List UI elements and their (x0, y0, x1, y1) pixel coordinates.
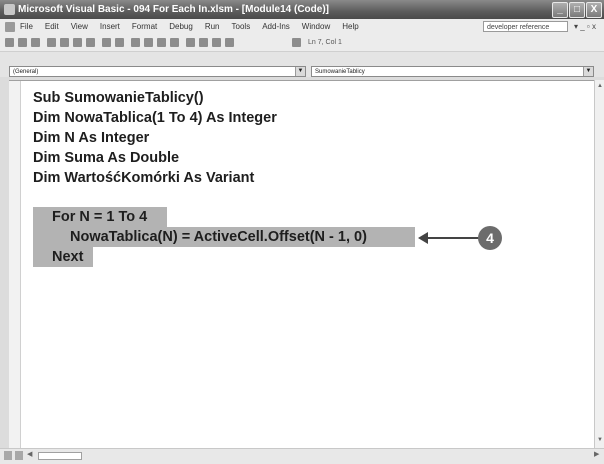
menu-bar: File Edit View Insert Format Debug Run T… (0, 19, 604, 35)
properties-icon[interactable] (199, 38, 208, 47)
menu-edit[interactable]: Edit (45, 19, 59, 35)
horizontal-scrollbar[interactable]: ◀ ▶ (0, 448, 604, 464)
module-icon[interactable] (5, 22, 15, 32)
redo-icon[interactable] (115, 38, 124, 47)
chevron-down-icon[interactable]: ▼ (583, 67, 593, 76)
code-line[interactable]: For N = 1 To 4 (52, 207, 147, 227)
object-dropdown[interactable]: (General) ▼ (9, 66, 306, 77)
cursor-position: Ln 7, Col 1 (308, 39, 342, 46)
title-bar: Microsoft Visual Basic - 094 For Each In… (0, 0, 604, 19)
scroll-up-icon[interactable]: ▲ (596, 82, 604, 90)
menu-view[interactable]: View (71, 19, 88, 35)
procedure-dropdown-value: SumowanieTablicy (315, 69, 365, 75)
window-controls: _ □ X (552, 2, 602, 18)
undo-icon[interactable] (102, 38, 111, 47)
object-browser-icon[interactable] (212, 38, 221, 47)
menu-run[interactable]: Run (205, 19, 220, 35)
copy-icon[interactable] (60, 38, 69, 47)
menu-window[interactable]: Window (302, 19, 330, 35)
toolbox-icon[interactable] (225, 38, 234, 47)
vba-app-icon (4, 4, 15, 15)
maximize-button[interactable]: □ (569, 2, 585, 18)
menu-file[interactable]: File (20, 19, 33, 35)
standard-toolbar: Ln 7, Col 1 (0, 35, 604, 52)
menu-tools[interactable]: Tools (232, 19, 251, 35)
code-line[interactable]: Dim N As Integer (33, 128, 149, 148)
code-line[interactable]: NowaTablica(N) = ActiveCell.Offset(N - 1… (70, 227, 367, 247)
margin-indicator-bar[interactable] (9, 81, 21, 449)
paste-icon[interactable] (73, 38, 82, 47)
code-line[interactable]: Dim NowaTablica(1 To 4) As Integer (33, 108, 277, 128)
scroll-right-icon[interactable]: ▶ (594, 450, 599, 458)
scroll-down-icon[interactable]: ▼ (596, 436, 604, 444)
menu-format[interactable]: Format (132, 19, 157, 35)
window-title: Microsoft Visual Basic - 094 For Each In… (18, 4, 329, 15)
horizontal-scroll-thumb[interactable] (38, 452, 82, 460)
chevron-down-icon[interactable]: ▼ (295, 67, 305, 76)
code-line[interactable]: Sub SumowanieTablicy() (33, 88, 204, 108)
menu-insert[interactable]: Insert (100, 19, 120, 35)
full-module-view-icon[interactable] (15, 451, 23, 460)
view-excel-icon[interactable] (5, 38, 14, 47)
project-explorer-icon[interactable] (186, 38, 195, 47)
close-button[interactable]: X (586, 2, 602, 18)
cut-icon[interactable] (47, 38, 56, 47)
menu-debug[interactable]: Debug (169, 19, 193, 35)
code-line[interactable]: Next (52, 247, 83, 267)
code-line[interactable]: Dim Suma As Double (33, 148, 179, 168)
break-icon[interactable] (144, 38, 153, 47)
minimize-button[interactable]: _ (552, 2, 568, 18)
reset-icon[interactable] (157, 38, 166, 47)
code-line[interactable]: Dim WartośćKomórki As Variant (33, 168, 254, 188)
callout-arrow-line (425, 237, 483, 239)
help-icon[interactable] (292, 38, 301, 47)
vertical-scrollbar[interactable]: ▲ ▼ (594, 80, 604, 448)
object-dropdown-value: (General) (13, 69, 39, 75)
run-icon[interactable] (131, 38, 140, 47)
design-mode-icon[interactable] (170, 38, 179, 47)
insert-module-icon[interactable] (18, 38, 27, 47)
procedure-dropdown[interactable]: SumowanieTablicy ▼ (311, 66, 594, 77)
find-icon[interactable] (86, 38, 95, 47)
scroll-left-icon[interactable]: ◀ (27, 450, 32, 458)
procedure-view-icon[interactable] (4, 451, 12, 460)
document-window-controls[interactable]: ▾ _ ▫ x (574, 19, 596, 35)
menu-addins[interactable]: Add-Ins (262, 19, 290, 35)
callout-step-number: 4 (478, 226, 502, 250)
code-header: (General) ▼ SumowanieTablicy ▼ (0, 52, 604, 77)
save-icon[interactable] (31, 38, 40, 47)
callout-arrow-head (418, 232, 428, 244)
help-search-input[interactable]: developer reference (483, 21, 568, 32)
menu-help[interactable]: Help (342, 19, 358, 35)
